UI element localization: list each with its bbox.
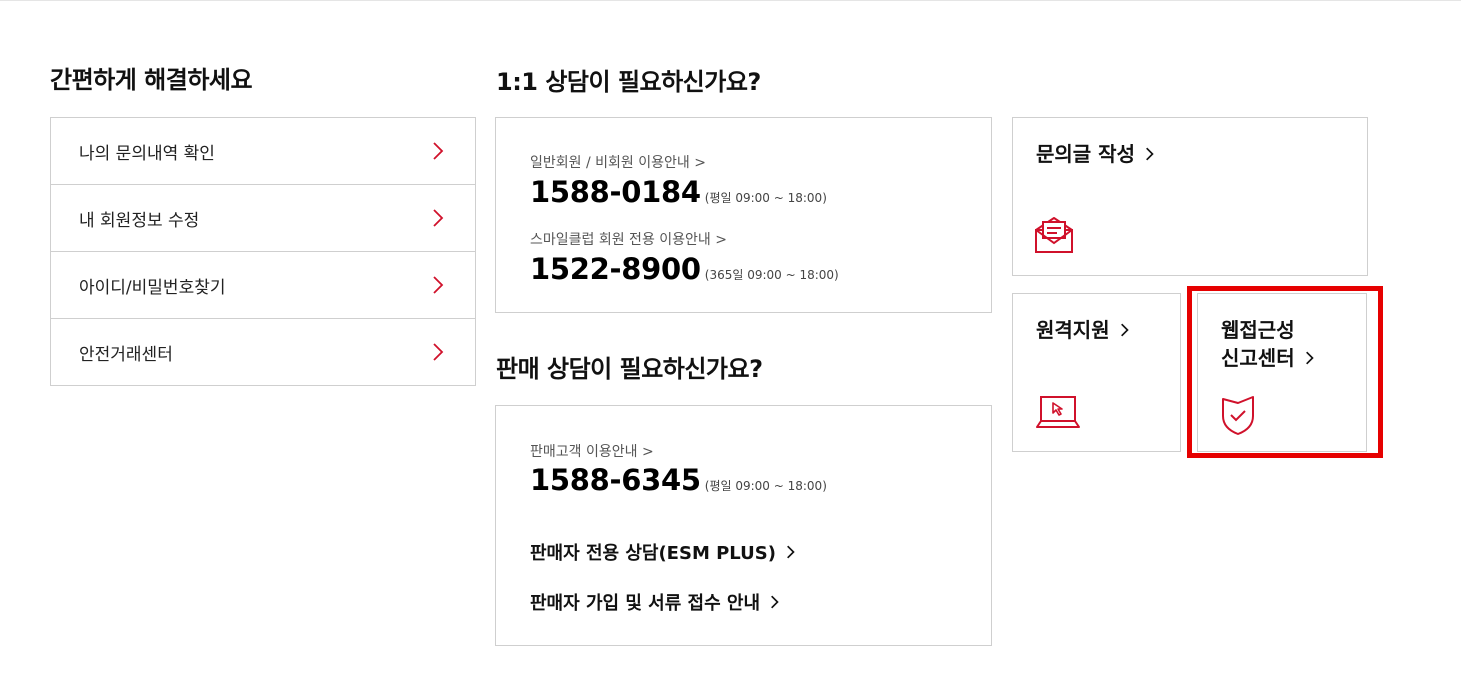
sales-customer-guide-link[interactable]: 판매고객 이용안내 >: [530, 441, 654, 461]
sales-phone-row: 1588-6345 (평일 09:00 ~ 18:00): [530, 463, 827, 497]
accessibility-title: 웹접근성 신고센터: [1221, 316, 1315, 372]
consult-section-title: 1:1 상담이 필요하신가요?: [496, 68, 761, 96]
sales-hours: (평일 09:00 ~ 18:00): [704, 479, 827, 493]
chevron-right-icon: [1146, 147, 1154, 161]
quick-item-label: 안전거래센터: [79, 344, 173, 365]
quick-list: 나의 문의내역 확인 내 회원정보 수정 아이디/비밀번호찾기 안전거래센터: [50, 117, 476, 386]
sales-section-title: 판매 상담이 필요하신가요?: [496, 355, 763, 383]
laptop-icon: [1036, 396, 1080, 428]
chevron-right-icon: [1305, 351, 1314, 365]
seller-consult-label: 판매자 전용 상담(ESM PLUS): [530, 543, 776, 564]
smile-phone-number: 1522-8900: [530, 252, 701, 286]
smile-phone-row: 1522-8900 (365일 09:00 ~ 18:00): [530, 252, 839, 286]
chevron-right-icon: [771, 595, 779, 609]
top-divider: [0, 0, 1461, 1]
accessibility-report-card[interactable]: 웹접근성 신고센터: [1197, 293, 1367, 452]
general-phone-number: 1588-0184: [530, 175, 701, 209]
quick-item-inquiry-history[interactable]: 나의 문의내역 확인: [51, 118, 475, 185]
quick-item-edit-profile[interactable]: 내 회원정보 수정: [51, 185, 475, 252]
consult-box: 일반회원 / 비회원 이용안내 > 1588-0184 (평일 09:00 ~ …: [495, 117, 992, 313]
accessibility-title-line1: 웹접근성: [1221, 318, 1295, 342]
seller-join-label: 판매자 가입 및 서류 접수 안내: [530, 593, 761, 614]
envelope-icon: [1035, 217, 1073, 253]
remote-support-title: 원격지원: [1036, 318, 1110, 342]
seller-join-link[interactable]: 판매자 가입 및 서류 접수 안내: [530, 589, 780, 615]
quick-item-safe-trade-center[interactable]: 안전거래센터: [51, 319, 475, 385]
remote-support-card[interactable]: 원격지원: [1012, 293, 1181, 452]
sales-phone-number: 1588-6345: [530, 463, 701, 497]
accessibility-title-line2-row: 신고센터: [1221, 344, 1315, 372]
shield-check-icon: [1222, 396, 1254, 435]
chevron-right-icon: [433, 142, 444, 160]
general-member-guide-link[interactable]: 일반회원 / 비회원 이용안내 >: [530, 152, 706, 172]
quick-section-title: 간편하게 해결하세요: [50, 66, 253, 94]
quick-item-label: 나의 문의내역 확인: [79, 143, 215, 164]
chevron-right-icon: [433, 276, 444, 294]
inquiry-write-card[interactable]: 문의글 작성: [1012, 117, 1368, 276]
quick-item-label: 아이디/비밀번호찾기: [79, 277, 226, 298]
chevron-right-icon: [1120, 323, 1129, 337]
general-phone-row: 1588-0184 (평일 09:00 ~ 18:00): [530, 175, 827, 209]
chevron-right-icon: [433, 209, 444, 227]
sales-box: 판매고객 이용안내 > 1588-6345 (평일 09:00 ~ 18:00)…: [495, 405, 992, 646]
remote-support-title-row: 원격지원: [1036, 316, 1130, 344]
inquiry-write-title: 문의글 작성: [1036, 142, 1135, 166]
seller-consult-link[interactable]: 판매자 전용 상담(ESM PLUS): [530, 539, 796, 565]
accessibility-title-line2: 신고센터: [1221, 346, 1295, 370]
quick-item-label: 내 회원정보 수정: [79, 210, 200, 231]
smile-club-guide-link[interactable]: 스마일클럽 회원 전용 이용안내 >: [530, 229, 727, 249]
chevron-right-icon: [433, 343, 444, 361]
general-hours: (평일 09:00 ~ 18:00): [704, 191, 827, 205]
inquiry-write-title-row: 문의글 작성: [1036, 140, 1155, 168]
quick-item-find-id-password[interactable]: 아이디/비밀번호찾기: [51, 252, 475, 319]
smile-hours: (365일 09:00 ~ 18:00): [704, 268, 839, 282]
chevron-right-icon: [787, 545, 795, 559]
